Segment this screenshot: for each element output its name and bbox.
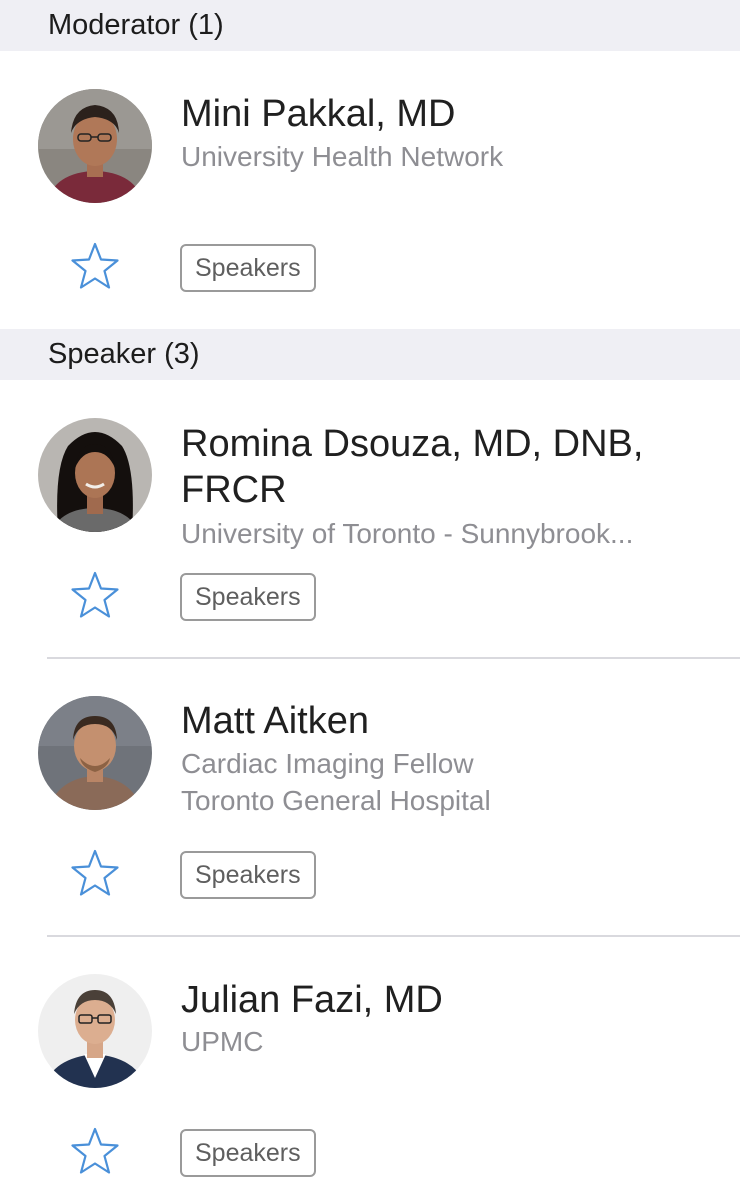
person-name: Julian Fazi, MD bbox=[181, 979, 443, 1021]
person-name: Romina Dsouza, MD, DNB, FRCR bbox=[181, 423, 644, 511]
star-outline-icon[interactable] bbox=[70, 570, 120, 620]
speakers-tag[interactable]: Speakers bbox=[180, 244, 316, 292]
avatar bbox=[38, 974, 152, 1088]
star-outline-icon[interactable] bbox=[70, 848, 120, 898]
person-name: Matt Aitken bbox=[181, 700, 369, 742]
person-organization: Toronto General Hospital bbox=[181, 785, 491, 816]
person-name: Mini Pakkal, MD bbox=[181, 93, 456, 135]
speakers-tag[interactable]: Speakers bbox=[180, 1129, 316, 1177]
avatar bbox=[38, 89, 152, 203]
section-header-speaker: Speaker (3) bbox=[0, 329, 740, 380]
section-header-moderator: Moderator (1) bbox=[0, 0, 740, 51]
star-outline-icon[interactable] bbox=[70, 1126, 120, 1176]
person-title: Cardiac Imaging Fellow bbox=[181, 748, 474, 779]
person-romina-dsouza[interactable]: Romina Dsouza, MD, DNB, FRCR University … bbox=[0, 380, 740, 658]
speakers-tag[interactable]: Speakers bbox=[180, 573, 316, 621]
person-organization: University of Toronto - Sunnybrook... bbox=[181, 518, 634, 549]
person-julian-fazi[interactable]: Julian Fazi, MD UPMC Speakers bbox=[0, 937, 740, 1200]
person-organization: University Health Network bbox=[181, 141, 504, 172]
avatar bbox=[38, 418, 152, 532]
person-organization: UPMC bbox=[181, 1026, 264, 1057]
avatar bbox=[38, 696, 152, 810]
star-outline-icon[interactable] bbox=[70, 241, 120, 291]
speakers-tag[interactable]: Speakers bbox=[180, 851, 316, 899]
person-mini-pakkal[interactable]: Mini Pakkal, MD University Health Networ… bbox=[0, 51, 740, 328]
person-matt-aitken[interactable]: Matt Aitken Cardiac Imaging Fellow Toron… bbox=[0, 659, 740, 935]
